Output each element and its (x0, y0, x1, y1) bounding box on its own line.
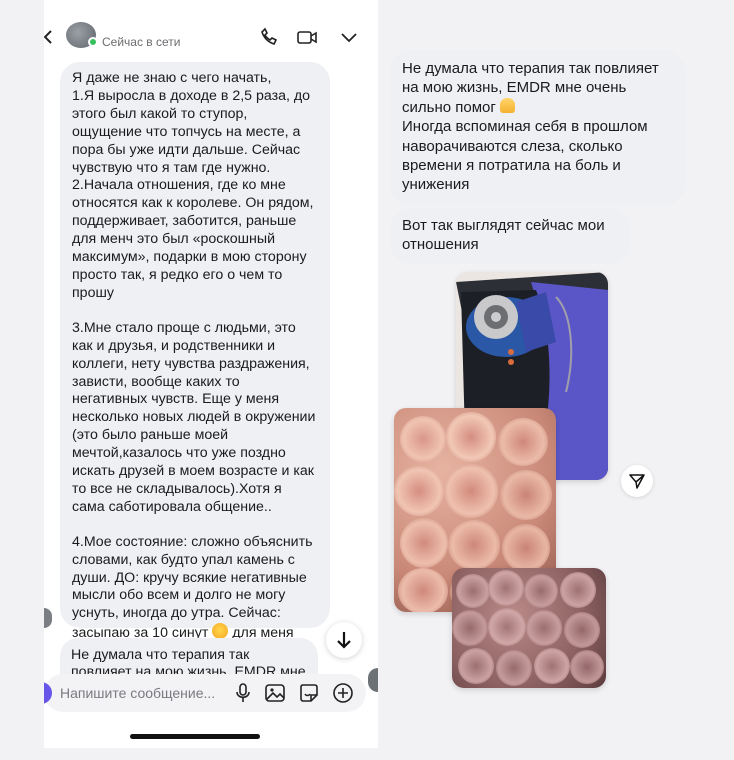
folded-hands-icon (500, 97, 516, 113)
send-icon (629, 474, 645, 489)
message-bubble-incoming[interactable]: Вот так выглядят сейчас мои отношения (390, 208, 630, 264)
message-point-2: 2.Начала отношения, где ко мне относятся… (72, 177, 314, 301)
plus-icon[interactable] (332, 682, 354, 704)
sleeping-face-icon (212, 623, 229, 640)
mic-icon[interactable] (232, 682, 254, 704)
chat-header: Сейчас в сети (44, 0, 378, 54)
video-icon[interactable] (296, 26, 318, 46)
avatar (368, 668, 378, 692)
camera-icon[interactable] (44, 682, 52, 704)
message-text: Не думала что терапия так повлияет на мо… (402, 60, 659, 116)
online-indicator (88, 37, 98, 47)
chevron-down-icon[interactable] (338, 26, 360, 46)
chat-screen: Сейчас в сети Я даже не знаю с чего нача… (44, 0, 378, 748)
image-icon[interactable] (264, 682, 286, 704)
online-status: Сейчас в сети (102, 35, 181, 49)
message-bubble-incoming[interactable]: Не думала что терапия так повлияет на мо… (390, 50, 685, 205)
arrow-down-icon (337, 632, 351, 649)
message-text: Вот так выглядят сейчас мои отношения (402, 217, 605, 254)
message-input[interactable] (60, 684, 220, 702)
scroll-down-button[interactable] (326, 622, 362, 658)
message-composer (44, 674, 366, 712)
message-text: Иногда вспоминая себя в прошлом наворачи… (402, 118, 648, 194)
message-intro: Я даже не знаю с чего начать, (72, 70, 272, 86)
message-bubble-incoming[interactable]: Я даже не знаю с чего начать, 1.Я выросл… (60, 62, 330, 659)
message-point-1: 1.Я выросла в доходе в 2,5 раза, до этог… (72, 87, 311, 176)
message-bubble-quoted[interactable]: Не думала что терапия так повлияет на мо… (60, 638, 318, 678)
home-indicator (130, 734, 260, 739)
message-point-3: 3.Мне стало проще с людьми, это как и др… (72, 319, 316, 515)
sticker-icon[interactable] (298, 682, 320, 704)
photo-roses[interactable] (452, 568, 606, 688)
share-button[interactable] (621, 465, 653, 497)
chevron-left-icon[interactable] (44, 30, 54, 44)
phone-icon[interactable] (258, 26, 280, 46)
